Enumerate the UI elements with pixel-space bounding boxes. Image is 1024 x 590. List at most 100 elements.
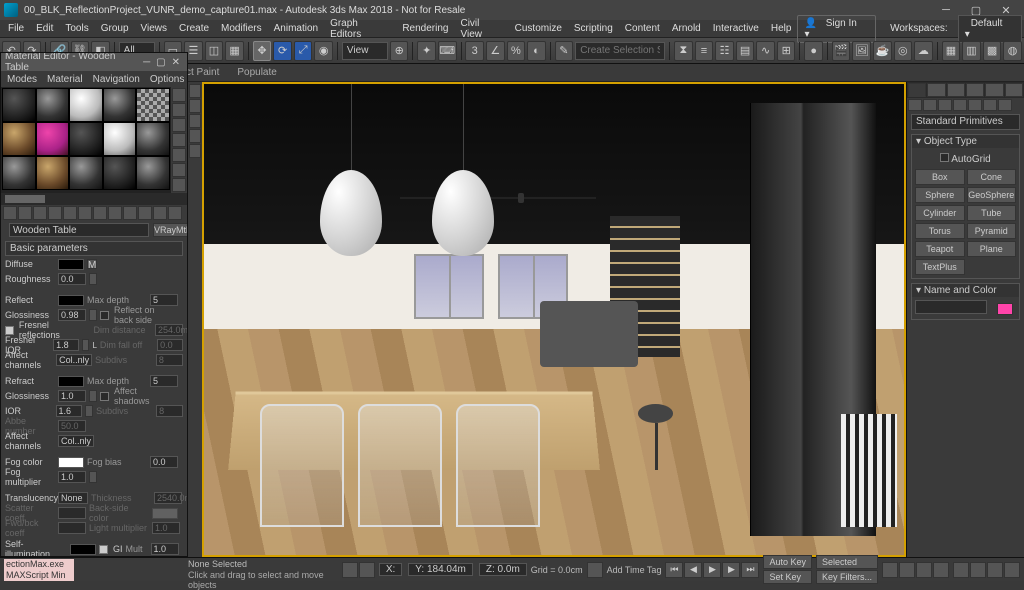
helpers-button[interactable] [968, 99, 982, 111]
autogrid-check[interactable] [940, 153, 949, 162]
hierarchy-tab[interactable] [947, 83, 965, 97]
affect-shadows-check[interactable] [100, 392, 109, 401]
vp-btn[interactable] [189, 144, 201, 158]
render-cloud-button[interactable]: ☁ [914, 41, 933, 61]
material-name-input[interactable] [9, 223, 149, 237]
plane-button[interactable]: Plane [967, 241, 1017, 257]
menu-group[interactable]: Group [95, 21, 135, 36]
material-swatch[interactable] [136, 156, 170, 190]
name-color-rollout[interactable]: ▾ Name and Color [912, 284, 1019, 297]
material-swatch[interactable] [136, 122, 170, 156]
make-copy-button[interactable] [63, 206, 77, 220]
zoom-button[interactable] [899, 562, 915, 578]
vray-b-button[interactable]: ▥ [962, 41, 981, 61]
vray-d-button[interactable]: ◍ [1003, 41, 1022, 61]
render-setup-button[interactable]: 🎬 [832, 41, 851, 61]
reset-button[interactable] [48, 206, 62, 220]
material-params[interactable]: Basic parameters DiffuseM Roughness0.0 R… [1, 239, 187, 556]
percent-snap-button[interactable]: % [507, 41, 526, 61]
curve-editor-button[interactable]: ∿ [756, 41, 775, 61]
geometry-button[interactable] [908, 99, 922, 111]
material-swatch[interactable] [69, 88, 103, 122]
z-coord[interactable]: Z: 0.0m [479, 563, 527, 576]
material-swatch[interactable] [103, 88, 137, 122]
fresnel-check[interactable] [5, 326, 14, 335]
spinner-snap-button[interactable]: ◐ [527, 41, 546, 61]
material-swatch[interactable] [69, 156, 103, 190]
mat-menu-navigation[interactable]: Navigation [89, 73, 144, 86]
lock-button[interactable] [342, 562, 358, 578]
show-in-vp-button[interactable] [123, 206, 137, 220]
background-button[interactable] [172, 118, 186, 132]
window-crossing-button[interactable]: ▦ [225, 41, 244, 61]
zoom-ext-button[interactable] [933, 562, 949, 578]
menu-arnold[interactable]: Arnold [666, 21, 707, 36]
placement-button[interactable]: ◉ [314, 41, 333, 61]
lights-button[interactable] [938, 99, 952, 111]
diffuse-swatch[interactable] [58, 259, 84, 270]
put-to-lib-button[interactable] [93, 206, 107, 220]
shapes-button[interactable] [923, 99, 937, 111]
select-region-button[interactable]: ◫ [205, 41, 224, 61]
reflect-back-check[interactable] [100, 311, 109, 320]
material-swatch[interactable] [36, 122, 70, 156]
pan-button[interactable] [882, 562, 898, 578]
render-vr-button[interactable]: ◎ [894, 41, 913, 61]
min-max-button[interactable] [1004, 562, 1020, 578]
affect-dropdown[interactable]: Col..nly [56, 354, 92, 366]
sample-type-button[interactable] [172, 88, 186, 102]
material-swatch[interactable] [2, 122, 36, 156]
selection-set-input[interactable] [575, 42, 665, 60]
menu-customize[interactable]: Customize [509, 21, 568, 36]
ref-coord-dropdown[interactable] [342, 42, 388, 60]
sample-uv-button[interactable] [172, 133, 186, 147]
menu-help[interactable]: Help [765, 21, 798, 36]
vp-btn[interactable] [189, 99, 201, 113]
material-swatch[interactable] [103, 156, 137, 190]
sphere-button[interactable]: Sphere [915, 187, 965, 203]
category-dropdown[interactable]: Standard Primitives [911, 114, 1020, 130]
mat-max-button[interactable]: ▢ [153, 57, 168, 68]
angle-snap-button[interactable]: ∠ [486, 41, 505, 61]
self-illum-swatch[interactable] [70, 544, 96, 555]
set-key-button[interactable]: Set Key [763, 570, 812, 584]
manipulate-button[interactable]: ✦ [417, 41, 436, 61]
sign-in-button[interactable]: 👤 Sign In ▾ [797, 15, 876, 43]
play-button[interactable]: ▶ [703, 562, 721, 578]
material-id-button[interactable] [108, 206, 122, 220]
material-swatch[interactable] [103, 122, 137, 156]
prev-frame-button[interactable]: ◀ [684, 562, 702, 578]
fov-button[interactable] [953, 562, 969, 578]
vray-c-button[interactable]: ▩ [983, 41, 1002, 61]
selected-dropdown[interactable]: Selected [816, 555, 878, 569]
menu-views[interactable]: Views [135, 21, 174, 36]
ribbon-populate[interactable]: Populate [231, 67, 282, 78]
object-type-rollout[interactable]: ▾ Object Type [912, 135, 1019, 148]
fresnel-ior-spinner[interactable]: 1.8 [53, 339, 79, 351]
minimize-button[interactable]: ─ [932, 2, 960, 18]
menu-civil-view[interactable]: Civil View [454, 16, 508, 42]
toggle-button[interactable]: ▤ [736, 41, 755, 61]
assign-button[interactable] [33, 206, 47, 220]
time-button[interactable] [587, 562, 603, 578]
material-swatch[interactable] [36, 88, 70, 122]
align-button[interactable]: ≡ [695, 41, 714, 61]
key-filters-button[interactable]: Key Filters... [816, 570, 878, 584]
material-swatch[interactable] [136, 88, 170, 122]
geosphere-button[interactable]: GeoSphere [967, 187, 1017, 203]
menu-animation[interactable]: Animation [268, 21, 324, 36]
menu-file[interactable]: File [2, 21, 30, 36]
iso-button[interactable] [359, 562, 375, 578]
pivot-button[interactable]: ⊕ [390, 41, 409, 61]
get-material-button[interactable] [3, 206, 17, 220]
tube-button[interactable]: Tube [967, 205, 1017, 221]
go-parent-button[interactable] [153, 206, 167, 220]
make-unique-button[interactable] [78, 206, 92, 220]
video-check-button[interactable] [172, 148, 186, 162]
mirror-button[interactable]: ⧗ [674, 41, 693, 61]
material-swatch[interactable] [2, 156, 36, 190]
show-end-button[interactable] [138, 206, 152, 220]
gi-check[interactable] [99, 545, 108, 554]
diffuse-map-button[interactable]: M [87, 259, 97, 269]
scale-button[interactable]: ⤢ [294, 41, 313, 61]
